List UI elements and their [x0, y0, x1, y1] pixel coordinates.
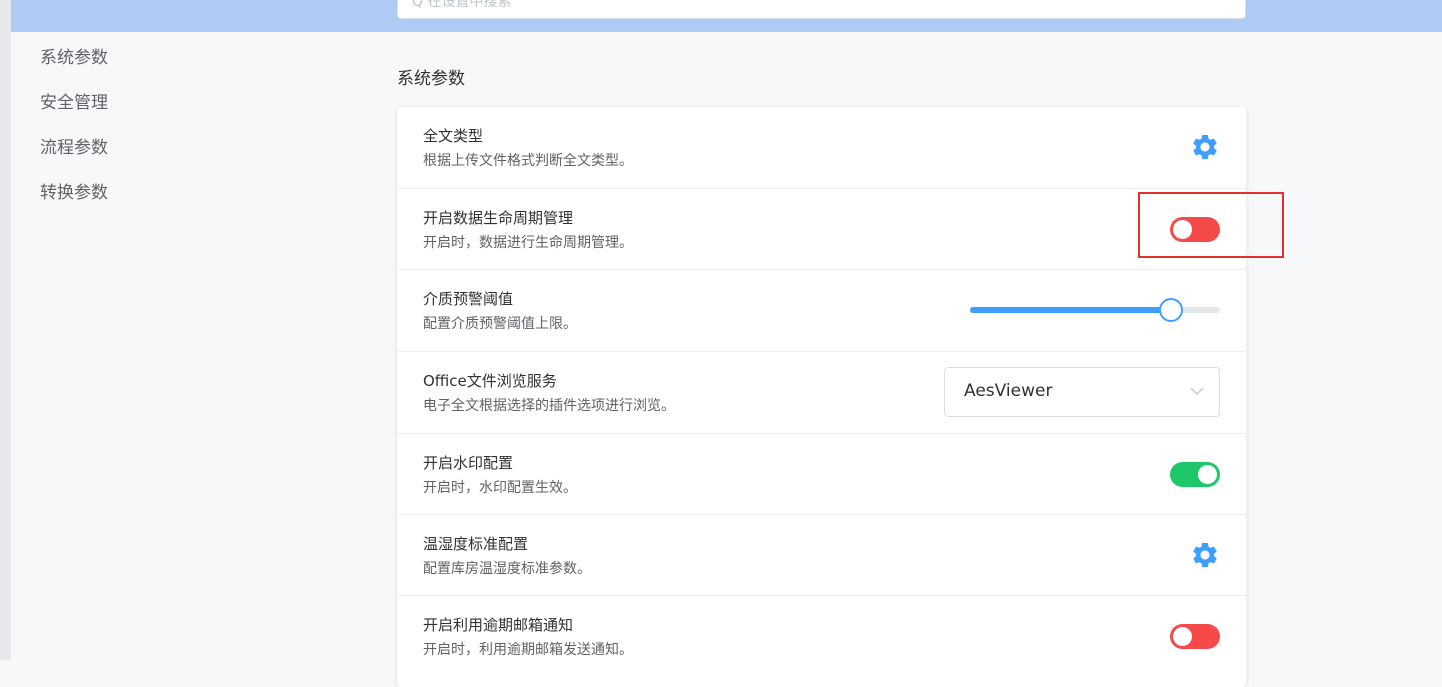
sidebar-item-system-params[interactable]: 系统参数	[40, 44, 108, 89]
sidebar: 系统参数 安全管理 流程参数 转换参数	[40, 44, 108, 224]
gear-icon[interactable]	[1190, 132, 1220, 162]
setting-row-office-viewer: Office文件浏览服务 电子全文根据选择的插件选项进行浏览。 AesViewe…	[397, 352, 1246, 434]
setting-title: 开启利用逾期邮箱通知	[423, 616, 574, 634]
section-title: 系统参数	[397, 69, 465, 89]
setting-row-watermark: 开启水印配置 开启时，水印配置生效。	[397, 434, 1246, 515]
setting-description: 开启时，数据进行生命周期管理。	[423, 235, 633, 251]
setting-row-temp-humidity: 温湿度标准配置 配置库房温湿度标准参数。	[397, 515, 1246, 596]
threshold-slider[interactable]	[970, 298, 1220, 322]
setting-title: 开启数据生命周期管理	[423, 209, 574, 227]
setting-description: 根据上传文件格式判断全文类型。	[423, 153, 633, 169]
chevron-down-icon	[1190, 387, 1204, 395]
setting-description: 配置介质预警阈值上限。	[423, 316, 577, 332]
highlight-box	[1138, 192, 1284, 258]
setting-title: Office文件浏览服务	[423, 372, 557, 390]
setting-row-media-threshold: 介质预警阈值 配置介质预警阈值上限。	[397, 270, 1246, 352]
setting-description: 配置库房温湿度标准参数。	[423, 561, 591, 577]
watermark-toggle[interactable]	[1170, 462, 1220, 487]
window-edge	[0, 0, 11, 660]
setting-title: 全文类型	[423, 127, 484, 145]
setting-row-data-lifecycle: 开启数据生命周期管理 开启时，数据进行生命周期管理。	[397, 189, 1246, 270]
setting-title: 介质预警阈值	[423, 290, 514, 308]
toggle-knob	[1173, 627, 1192, 646]
sidebar-item-security[interactable]: 安全管理	[40, 89, 108, 134]
settings-panel: 全文类型 根据上传文件格式判断全文类型。 开启数据生命周期管理 开启时，数据进行…	[397, 107, 1246, 687]
sidebar-item-workflow-params[interactable]: 流程参数	[40, 134, 108, 179]
setting-title: 温湿度标准配置	[423, 535, 529, 553]
setting-description: 开启时，水印配置生效。	[423, 480, 577, 496]
setting-row-fulltext-type: 全文类型 根据上传文件格式判断全文类型。	[397, 107, 1246, 189]
gear-icon[interactable]	[1190, 540, 1220, 570]
overdue-email-toggle[interactable]	[1170, 624, 1220, 649]
setting-row-overdue-email: 开启利用逾期邮箱通知 开启时，利用逾期邮箱发送通知。	[397, 596, 1246, 687]
setting-title: 开启水印配置	[423, 454, 514, 472]
sidebar-item-conversion-params[interactable]: 转换参数	[40, 179, 108, 224]
search-input[interactable]: Q 在设置中搜索	[397, 0, 1246, 19]
select-value: AesViewer	[964, 381, 1053, 401]
slider-fill	[970, 307, 1170, 313]
setting-description: 开启时，利用逾期邮箱发送通知。	[423, 642, 633, 658]
toggle-knob	[1198, 465, 1217, 484]
setting-description: 电子全文根据选择的插件选项进行浏览。	[423, 398, 675, 414]
slider-handle[interactable]	[1159, 298, 1183, 322]
viewer-select[interactable]: AesViewer	[944, 367, 1220, 417]
